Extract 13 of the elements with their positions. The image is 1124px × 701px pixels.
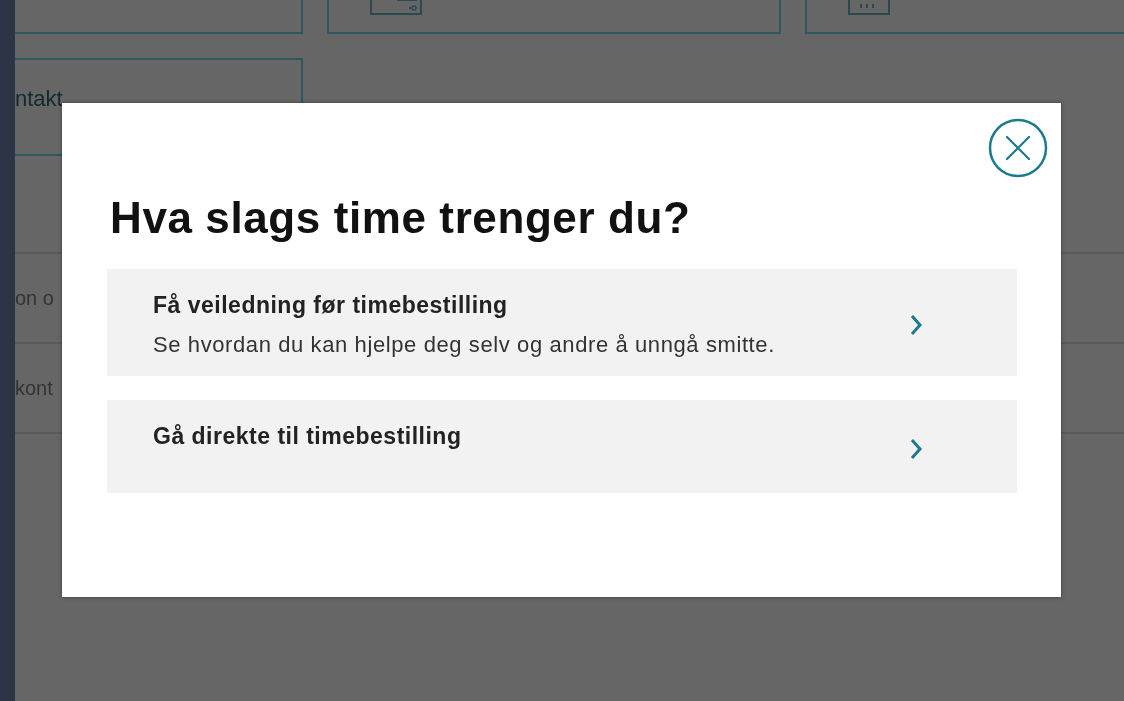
option-title: Få veiledning før timebestilling [153,291,509,319]
option-card[interactable]: Få veiledning før timebestilling Se hvordan du kan hjelpe deg selv og andre å unngå smitte. [107,269,1017,376]
option-title: Gå direkte til timebestilling [153,422,463,450]
option-description: Se hvordan du kan hjelpe deg selv og andre å unngå smitte. [153,331,776,358]
device-icon [369,0,423,18]
close-button[interactable] [988,118,1048,178]
dialog-title: Hva slags time trenger du? [110,192,692,244]
card-label: ntakt [15,86,63,111]
chevron-right-icon [909,312,923,337]
calendar-icon [847,0,891,18]
option-card[interactable]: Gå direkte til timebestilling [107,400,1017,493]
chevron-right-icon [909,436,923,461]
close-icon [988,118,1048,178]
